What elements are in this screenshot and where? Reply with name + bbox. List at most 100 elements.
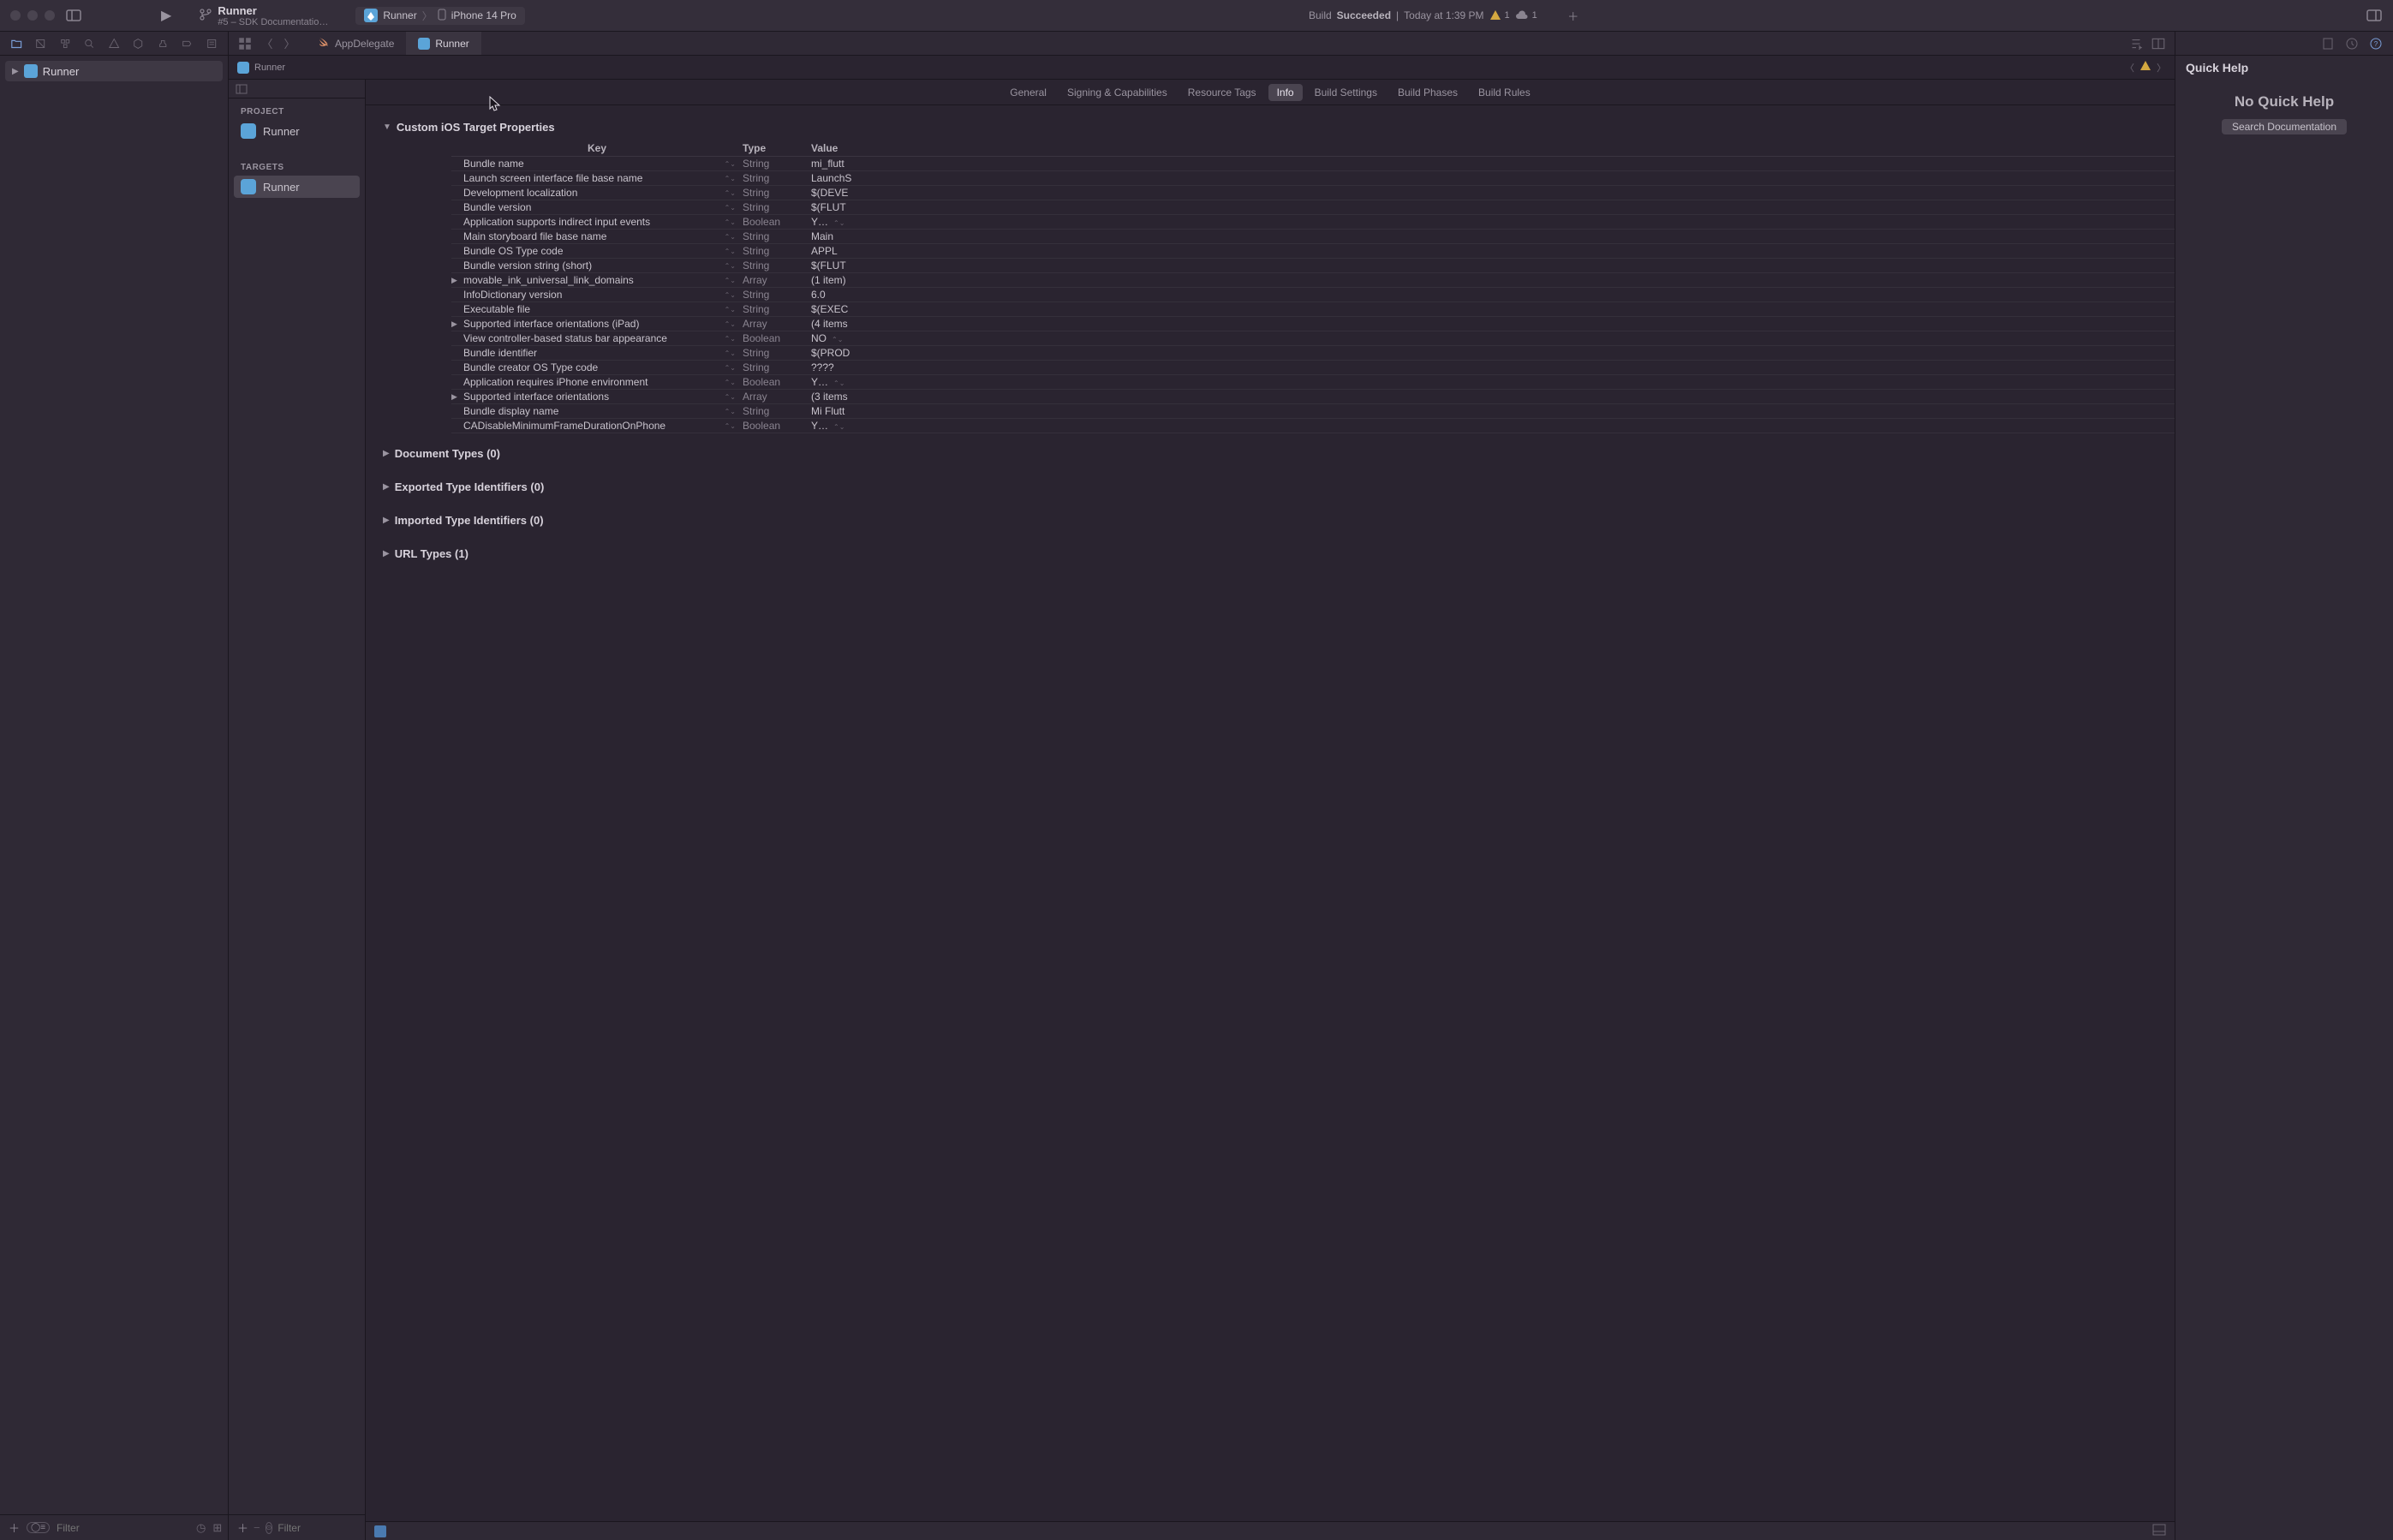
tab-runner[interactable]: Runner (406, 32, 480, 55)
plist-value[interactable]: NO⌃⌄ (811, 332, 2175, 344)
tab-resource-tags[interactable]: Resource Tags (1179, 84, 1265, 101)
plist-value[interactable]: LaunchS (811, 172, 2175, 184)
plist-row[interactable]: Bundle OS Type code ⌃⌄StringAPPL (451, 244, 2175, 259)
bc-back-icon[interactable]: 〈 (2125, 61, 2134, 75)
scheme-selector[interactable]: Runner 〉 iPhone 14 Pro (355, 7, 524, 25)
plist-value[interactable]: $(EXEC (811, 303, 2175, 315)
key-type-stepper-icon[interactable]: ⌃⌄ (725, 160, 743, 168)
plist-key[interactable]: Launch screen interface file base name (463, 172, 642, 184)
plist-type[interactable]: String (743, 347, 811, 359)
plist-type[interactable]: String (743, 201, 811, 213)
plist-value[interactable]: mi_flutt (811, 158, 2175, 170)
plist-key[interactable]: Main storyboard file base name (463, 230, 606, 242)
col-key-header[interactable]: Key (451, 142, 743, 154)
branch-info[interactable]: Runner #5 – SDK Documentatio… (199, 4, 328, 27)
close-window[interactable] (10, 10, 21, 21)
plist-key[interactable]: Development localization (463, 187, 577, 199)
plist-row[interactable]: Application supports indirect input even… (451, 215, 2175, 230)
value-stepper-icon[interactable]: ⌃⌄ (833, 423, 844, 431)
plist-key[interactable]: Application requires iPhone environment (463, 376, 647, 388)
bc-forward-icon[interactable]: 〉 (2157, 61, 2166, 75)
add-tab-icon[interactable]: ＋ (1565, 7, 1582, 24)
key-type-stepper-icon[interactable]: ⌃⌄ (725, 393, 743, 401)
key-type-stepper-icon[interactable]: ⌃⌄ (725, 291, 743, 299)
plist-row[interactable]: Bundle version ⌃⌄String$(FLUT (451, 200, 2175, 215)
plist-row[interactable]: ▶Supported interface orientations (iPad)… (451, 317, 2175, 331)
plist-key[interactable]: Supported interface orientations (iPad) (463, 318, 639, 330)
zoom-window[interactable] (45, 10, 55, 21)
plist-row[interactable]: Development localization⌃⌄String$(DEVE (451, 186, 2175, 200)
plist-row[interactable]: ▶Supported interface orientations ⌃⌄Array… (451, 390, 2175, 404)
section-header-doctypes[interactable]: ▶ Document Types (0) (383, 440, 2157, 467)
plist-type[interactable]: Array (743, 391, 811, 403)
plist-type[interactable]: Array (743, 318, 811, 330)
value-stepper-icon[interactable]: ⌃⌄ (832, 336, 843, 343)
col-value-header[interactable]: Value (811, 142, 2175, 154)
warning-badge[interactable]: 1 (1489, 9, 1510, 21)
value-stepper-icon[interactable]: ⌃⌄ (833, 219, 844, 227)
plist-type[interactable]: String (743, 172, 811, 184)
minimize-window[interactable] (27, 10, 38, 21)
plist-type[interactable]: String (743, 260, 811, 272)
back-icon[interactable]: 〈 (260, 36, 275, 51)
plist-type[interactable]: String (743, 289, 811, 301)
plist-key[interactable]: CADisableMinimumFrameDurationOnPhone (463, 420, 665, 432)
plist-key[interactable]: Bundle version string (short) (463, 260, 592, 272)
add-editor-icon[interactable] (2151, 36, 2166, 51)
remove-target-icon[interactable]: − (254, 1521, 260, 1534)
plist-key[interactable]: movable_ink_universal_link_domains (463, 274, 634, 286)
plist-key[interactable]: Bundle version (463, 201, 531, 213)
plist-row[interactable]: ▶movable_ink_universal_link_domains⌃⌄Arr… (451, 273, 2175, 288)
issue-navigator-icon[interactable] (108, 37, 120, 51)
key-type-stepper-icon[interactable]: ⌃⌄ (725, 204, 743, 212)
plist-value[interactable]: (3 items (811, 391, 2175, 403)
key-type-stepper-icon[interactable]: ⌃⌄ (725, 408, 743, 415)
key-type-stepper-icon[interactable]: ⌃⌄ (725, 262, 743, 270)
add-icon[interactable]: ＋ (9, 1519, 20, 1536)
plist-row[interactable]: Bundle name⌃⌄Stringmi_flutt (451, 157, 2175, 171)
hide-panel-icon[interactable] (236, 83, 248, 95)
find-navigator-icon[interactable] (83, 37, 95, 51)
plist-type[interactable]: String (743, 405, 811, 417)
plist-type[interactable]: Boolean (743, 332, 811, 344)
breadcrumb-item[interactable]: Runner (254, 63, 285, 73)
plist-value[interactable]: $(FLUT (811, 201, 2175, 213)
plist-row[interactable]: Application requires iPhone environment ⌃… (451, 375, 2175, 390)
plist-row[interactable]: CADisableMinimumFrameDurationOnPhone ⌃⌄ Bo… (451, 419, 2175, 433)
plist-type[interactable]: String (743, 361, 811, 373)
plist-value[interactable]: APPL (811, 245, 2175, 257)
target-item[interactable]: Runner (234, 176, 360, 198)
bc-warning-icon[interactable] (2139, 60, 2151, 75)
tab-build-rules[interactable]: Build Rules (1470, 84, 1539, 101)
project-item[interactable]: Runner (229, 120, 365, 142)
plist-key[interactable]: Bundle display name (463, 405, 558, 417)
source-control-icon[interactable] (34, 37, 46, 51)
plist-key[interactable]: Bundle creator OS Type code (463, 361, 598, 373)
tab-build-settings[interactable]: Build Settings (1306, 84, 1386, 101)
plist-type[interactable]: String (743, 245, 811, 257)
symbol-navigator-icon[interactable] (59, 37, 71, 51)
filter-icon[interactable] (374, 1525, 386, 1537)
value-stepper-icon[interactable]: ⌃⌄ (833, 379, 844, 387)
panel-left-toggle-icon[interactable] (65, 7, 82, 24)
plist-value[interactable]: (1 item) (811, 274, 2175, 286)
plist-row[interactable]: Launch screen interface file base name ⌃⌄… (451, 171, 2175, 186)
filter-input[interactable] (57, 1522, 189, 1534)
col-type-header[interactable]: Type (743, 142, 811, 154)
related-items-icon[interactable] (237, 36, 253, 51)
plist-row[interactable]: Executable file⌃⌄String$(EXEC (451, 302, 2175, 317)
folder-navigator-icon[interactable] (10, 37, 22, 51)
expand-icon[interactable]: ▶ (451, 319, 460, 329)
key-type-stepper-icon[interactable]: ⌃⌄ (725, 175, 743, 182)
expand-icon[interactable]: ▶ (451, 392, 460, 402)
tab-build-phases[interactable]: Build Phases (1389, 84, 1466, 101)
scm-filter-icon[interactable]: ⊞ (212, 1521, 222, 1535)
plist-key[interactable]: Bundle OS Type code (463, 245, 564, 257)
key-type-stepper-icon[interactable]: ⌃⌄ (725, 320, 743, 328)
key-type-stepper-icon[interactable]: ⌃⌄ (725, 248, 743, 255)
plist-key[interactable]: Supported interface orientations (463, 391, 609, 403)
plist-value[interactable]: $(DEVE (811, 187, 2175, 199)
plist-type[interactable]: Array (743, 274, 811, 286)
plist-type[interactable]: Boolean (743, 376, 811, 388)
plist-type[interactable]: Boolean (743, 420, 811, 432)
